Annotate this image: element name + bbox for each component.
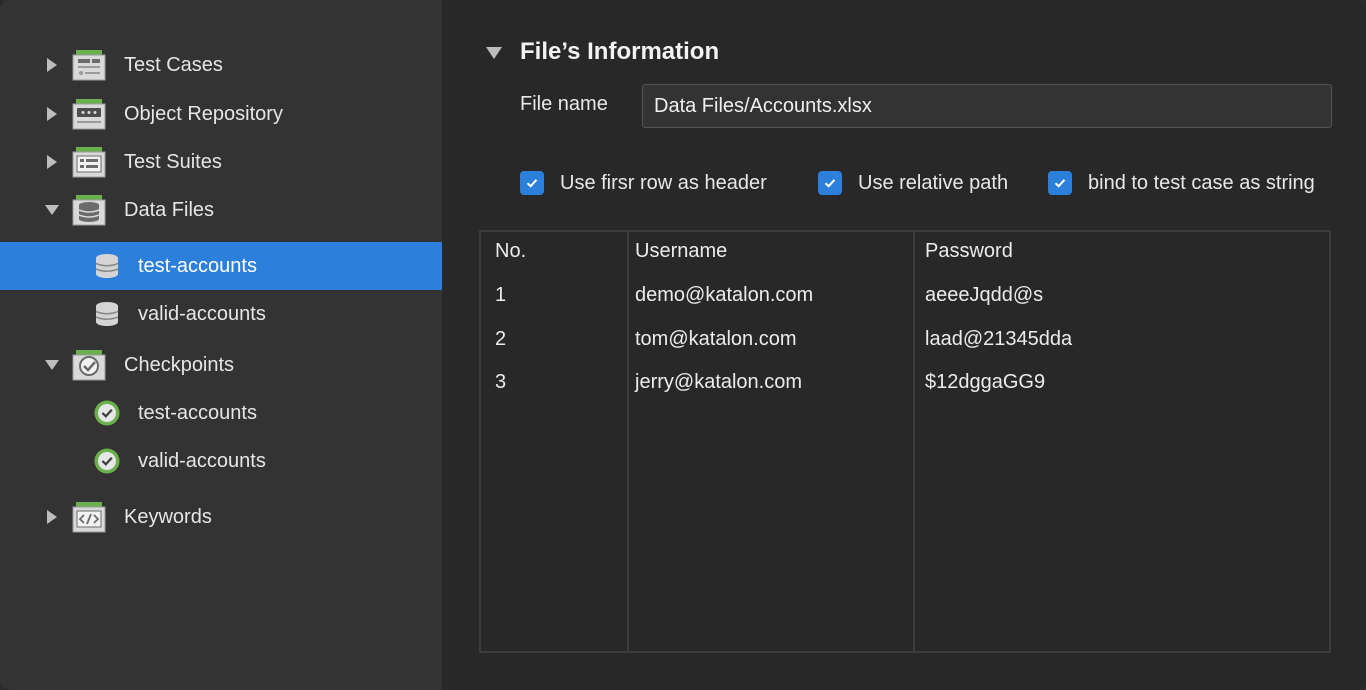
tree-item-label: valid-accounts	[138, 302, 266, 325]
checkbox-relative-path[interactable]	[818, 171, 842, 195]
checkbox-first-row-header[interactable]	[520, 171, 544, 195]
expand-arrow-icon[interactable]	[45, 155, 59, 169]
tree-item-label: valid-accounts	[138, 449, 266, 472]
checkbox-label: Use relative path	[858, 171, 1009, 194]
table-cell[interactable]: 3	[495, 371, 506, 394]
expand-arrow-icon[interactable]	[45, 510, 59, 524]
option-first-row-header[interactable]: Use firsr row as header	[520, 171, 767, 195]
tree-item-data-file-valid-accounts[interactable]: valid-accounts	[0, 290, 442, 338]
collapse-arrow-icon[interactable]	[45, 358, 59, 372]
table-cell[interactable]: 1	[495, 284, 506, 307]
file-name-label: File name	[520, 93, 608, 115]
test-suites-icon	[72, 147, 106, 178]
file-name-input[interactable]	[642, 84, 1332, 128]
tree-item-label: test-accounts	[138, 401, 257, 424]
collapse-arrow-icon[interactable]	[45, 203, 59, 217]
tree-item-label: Data Files	[124, 198, 215, 221]
tree-item-checkpoints[interactable]: Checkpoints	[0, 341, 442, 389]
table-cell[interactable]: jerry@katalon.com	[635, 371, 802, 394]
table-cell[interactable]: 2	[495, 328, 506, 351]
checkmark-icon	[526, 179, 538, 188]
column-header-no[interactable]: No.	[495, 240, 526, 263]
checkpoint-check-icon	[94, 448, 120, 474]
expand-arrow-icon[interactable]	[45, 107, 59, 121]
data-table: No. Username Password 1 demo@katalon.com…	[479, 230, 1331, 653]
checkmark-icon	[824, 179, 836, 188]
data-file-editor: File’s Information File name Use firsr r…	[442, 0, 1366, 690]
checkbox-label: Use firsr row as header	[560, 171, 767, 194]
column-divider[interactable]	[913, 232, 915, 651]
tree-item-label: Test Cases	[124, 53, 223, 76]
tree-item-label: Object Repository	[124, 102, 283, 125]
table-cell[interactable]: tom@katalon.com	[635, 328, 796, 351]
section-title: File’s Information	[520, 38, 720, 65]
database-icon	[95, 302, 119, 326]
checkmark-icon	[1054, 179, 1066, 188]
column-header-password[interactable]: Password	[925, 240, 1013, 263]
table-cell[interactable]: laad@21345dda	[925, 328, 1072, 351]
table-cell[interactable]: $12dggaGG9	[925, 371, 1045, 394]
expand-arrow-icon[interactable]	[45, 58, 59, 72]
data-files-icon	[72, 195, 106, 226]
tree-item-test-suites[interactable]: Test Suites	[0, 138, 442, 186]
tree-item-label: test-accounts	[138, 254, 257, 277]
table-cell[interactable]: aeeeJqdd@s	[925, 284, 1043, 307]
database-icon	[95, 254, 119, 278]
test-cases-icon	[72, 50, 106, 81]
column-divider[interactable]	[627, 232, 629, 651]
tree-item-data-file-test-accounts[interactable]: test-accounts	[0, 242, 442, 290]
app-window: Test Cases Object Repository Test Suites…	[0, 0, 1366, 690]
section-collapse-icon[interactable]	[486, 47, 502, 61]
checkbox-label: bind to test case as string	[1088, 171, 1315, 194]
column-header-username[interactable]: Username	[635, 240, 727, 263]
tree-item-object-repository[interactable]: Object Repository	[0, 90, 442, 138]
option-bind-as-string[interactable]: bind to test case as string	[1048, 171, 1315, 195]
project-explorer-sidebar: Test Cases Object Repository Test Suites…	[0, 0, 442, 690]
object-repository-icon	[72, 99, 106, 130]
tree-item-label: Keywords	[124, 505, 212, 528]
checkbox-bind-as-string[interactable]	[1048, 171, 1072, 195]
tree-item-label: Test Suites	[124, 150, 222, 173]
tree-item-label: Checkpoints	[124, 353, 235, 376]
checkpoints-icon	[72, 350, 106, 381]
tree-item-test-cases[interactable]: Test Cases	[0, 41, 442, 89]
option-relative-path[interactable]: Use relative path	[818, 171, 1008, 195]
tree-item-keywords[interactable]: Keywords	[0, 493, 442, 541]
tree-item-checkpoint-valid-accounts[interactable]: valid-accounts	[0, 437, 442, 485]
tree-item-checkpoint-test-accounts[interactable]: test-accounts	[0, 389, 442, 437]
table-cell[interactable]: demo@katalon.com	[635, 284, 813, 307]
checkpoint-check-icon	[94, 400, 120, 426]
keywords-icon	[72, 502, 106, 533]
tree-item-data-files[interactable]: Data Files	[0, 186, 442, 234]
